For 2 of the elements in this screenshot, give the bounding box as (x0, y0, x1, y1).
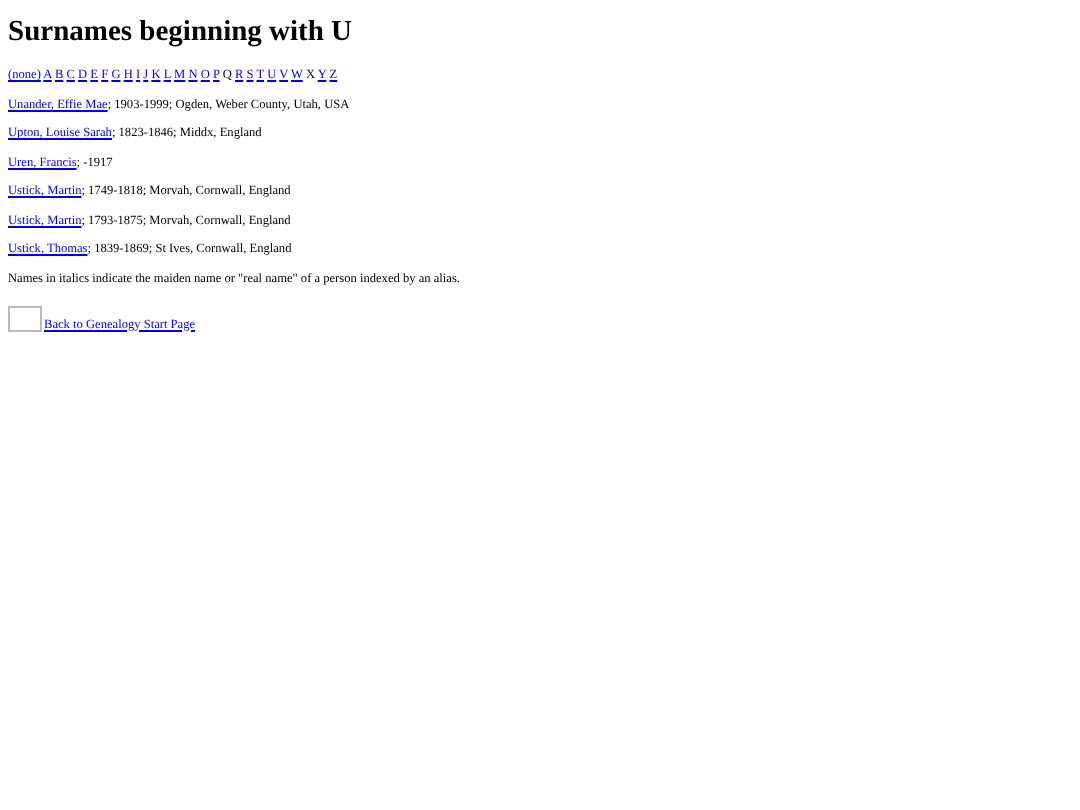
page-title: Surnames beginning with U (8, 16, 355, 50)
broken-image-icon (8, 305, 42, 331)
